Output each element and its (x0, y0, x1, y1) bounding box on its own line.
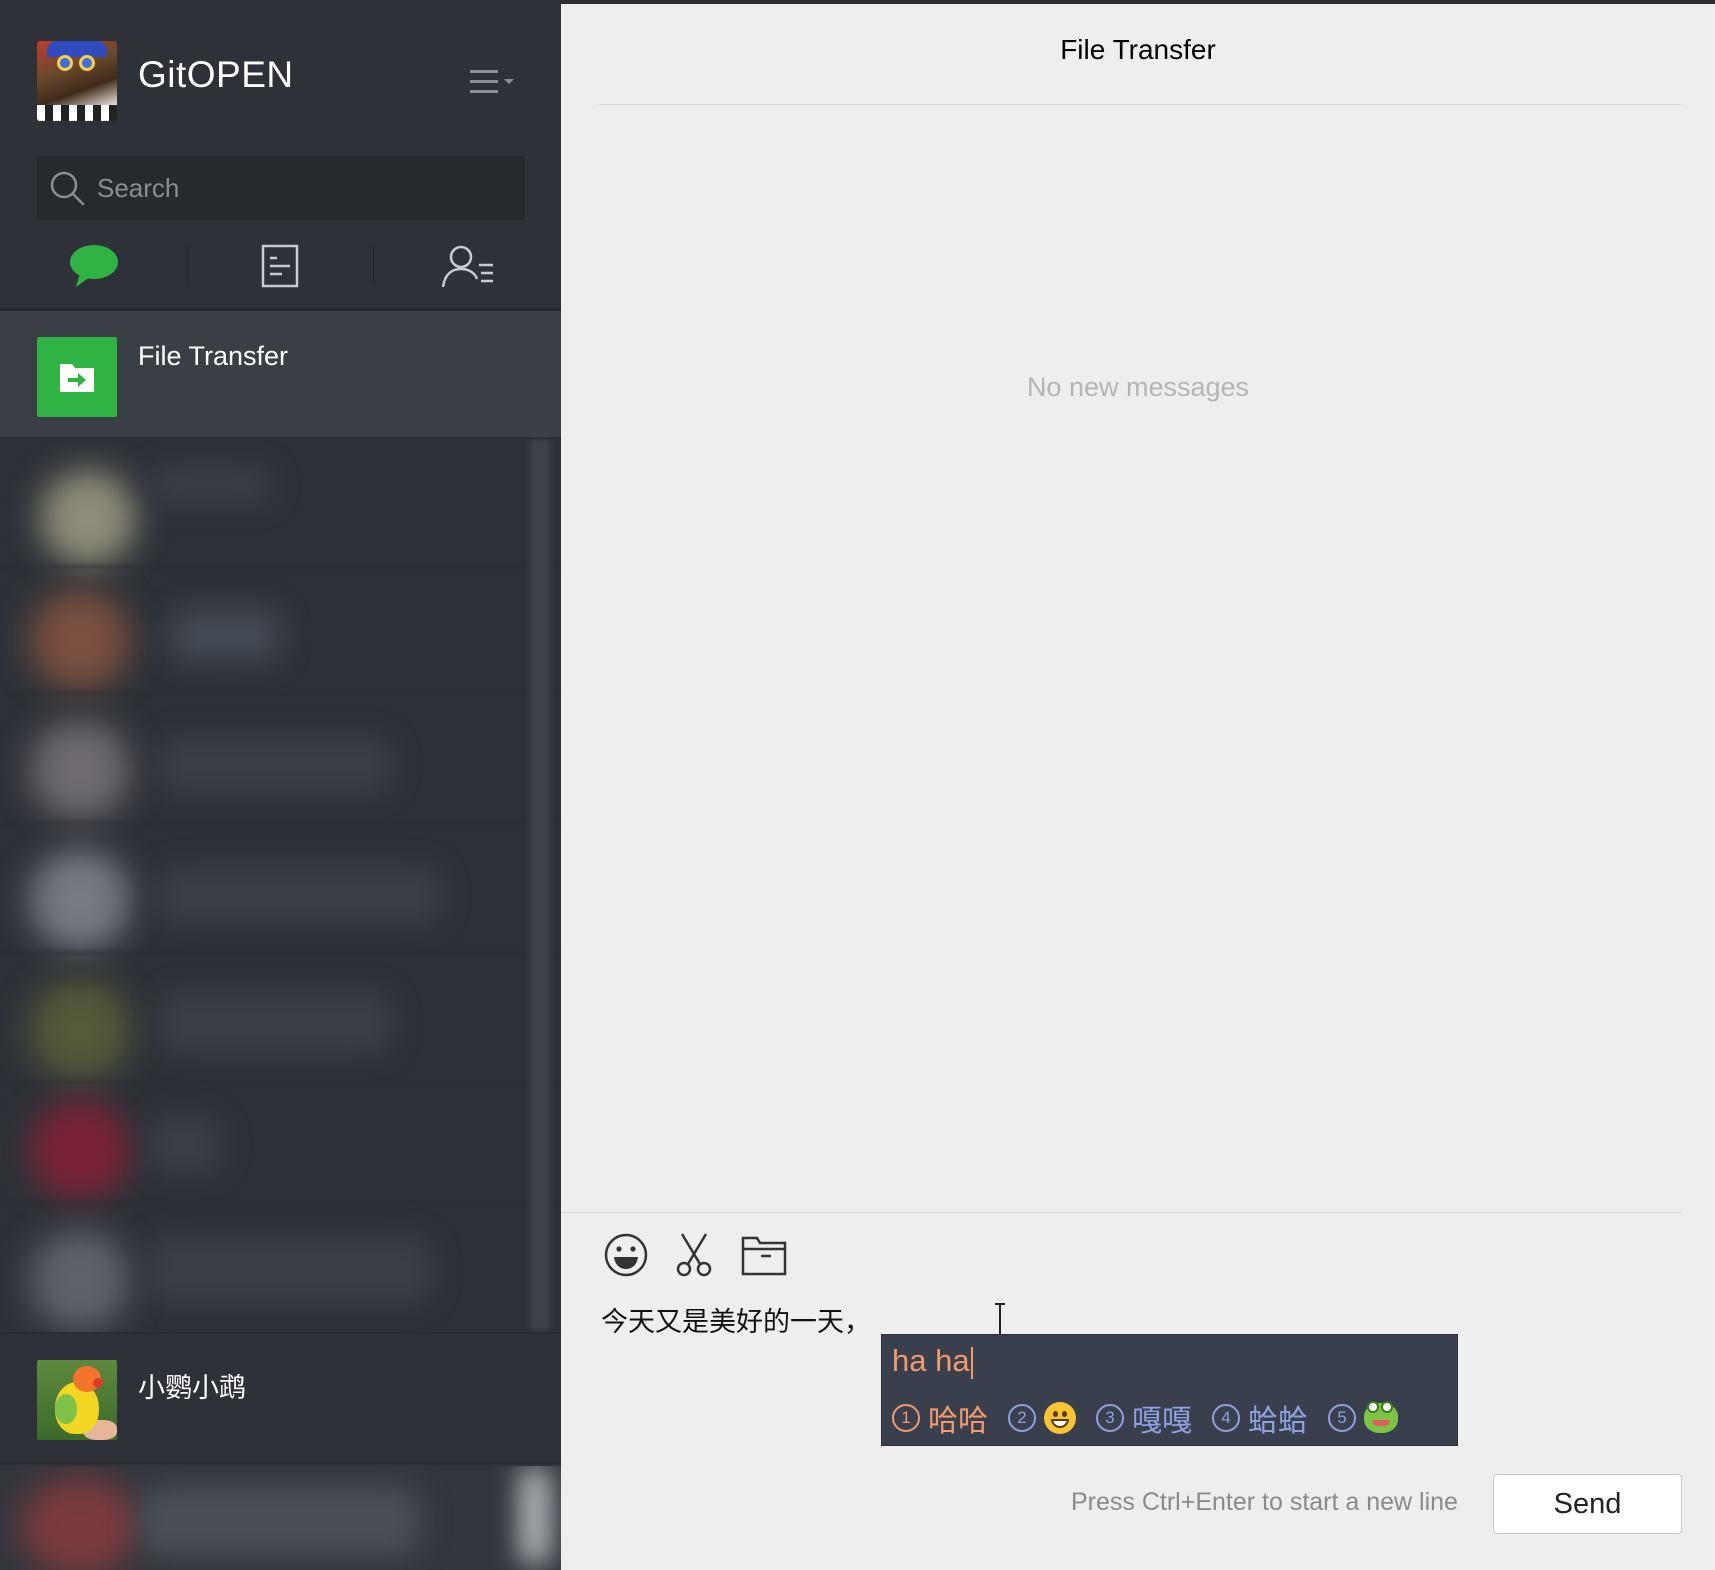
ime-candidate-4[interactable]: 4 蛤蛤 (1212, 1396, 1308, 1440)
composer-divider (561, 1212, 1681, 1213)
tab-articles[interactable] (220, 236, 340, 296)
file-transfer-icon (37, 337, 117, 417)
blurred-text (160, 870, 440, 920)
parrot-avatar-icon (37, 1360, 117, 1440)
ime-candidate-5[interactable]: 5 (1328, 1401, 1398, 1433)
ime-candidate-3[interactable]: 3 嘎嘎 (1096, 1396, 1192, 1440)
blurred-text (160, 740, 390, 790)
profile-name: GitOPEN (138, 54, 294, 95)
newline-hint: Press Ctrl+Enter to start a new line (1071, 1488, 1458, 1516)
candidate-number: 1 (892, 1404, 920, 1432)
blurred-avatar (30, 850, 130, 950)
conversation-panel: File Transfer No new messages 今天又是美好的一天，… (561, 4, 1715, 1570)
menu-icon[interactable] (470, 68, 518, 98)
search-icon (50, 171, 85, 206)
ime-caret (970, 1346, 973, 1379)
list-divider (0, 437, 561, 439)
emoji-button[interactable] (601, 1230, 651, 1280)
emoji-icon (604, 1233, 648, 1277)
list-divider (0, 692, 561, 694)
ime-composition: ha ha (892, 1343, 973, 1379)
blurred-avatar (30, 720, 130, 820)
chat-item-file-transfer[interactable]: File Transfer (0, 311, 561, 437)
blurred-text (170, 610, 280, 660)
blurred-chat-item (0, 1466, 561, 1570)
conversation-title: File Transfer (1060, 34, 1216, 65)
blurred-avatar (40, 470, 136, 566)
frog-icon (1364, 1401, 1398, 1433)
user-avatar-icon[interactable] (37, 41, 117, 121)
blurred-avatar (30, 980, 130, 1080)
blurred-text (160, 995, 390, 1050)
list-divider (0, 1082, 561, 1084)
candidate-number: 3 (1096, 1404, 1124, 1432)
blurred-text (150, 1120, 220, 1170)
blurred-text (140, 1486, 420, 1556)
candidate-text: 蛤蛤 (1248, 1404, 1308, 1439)
ime-candidate-1[interactable]: 1 哈哈 (892, 1396, 988, 1440)
scissors-icon (676, 1233, 712, 1277)
list-divider (0, 1202, 561, 1204)
send-button[interactable]: Send (1493, 1474, 1682, 1534)
list-divider (0, 952, 561, 954)
search-input[interactable] (97, 156, 517, 220)
search-bar (37, 156, 525, 220)
chat-bubble-icon (70, 245, 118, 287)
blurred-avatar (30, 590, 130, 690)
screenshot-button[interactable] (669, 1230, 719, 1280)
tab-divider (187, 246, 188, 286)
tab-chats[interactable] (34, 236, 154, 296)
chat-item-parrot[interactable]: 小鹦小鹉 (0, 1334, 561, 1460)
blurred-avatar (20, 1476, 140, 1570)
contacts-icon (441, 245, 493, 288)
folder-icon (741, 1236, 787, 1276)
document-icon (261, 244, 299, 288)
candidate-number: 4 (1212, 1404, 1240, 1432)
tab-contacts[interactable] (408, 236, 528, 296)
profile-header: GitOPEN (0, 0, 561, 310)
ime-candidates: 1 哈哈 2 3 嘎嘎 4 蛤蛤 5 (892, 1397, 1418, 1439)
ime-composition-text: ha ha (892, 1343, 970, 1378)
candidate-text: 嘎嘎 (1132, 1404, 1192, 1439)
blurred-avatar (30, 1230, 130, 1330)
blurred-text (150, 1240, 430, 1300)
grinning-face-icon (1044, 1402, 1076, 1434)
candidate-number: 2 (1008, 1404, 1036, 1432)
blurred-avatar (30, 1100, 130, 1200)
header-divider (599, 104, 1681, 105)
ime-candidate-2[interactable]: 2 (1008, 1402, 1076, 1434)
blurred-text (150, 470, 270, 500)
blurred-chat-list (0, 440, 561, 1332)
list-divider (0, 566, 561, 568)
send-file-button[interactable] (739, 1230, 789, 1280)
empty-state-text: No new messages (1026, 372, 1250, 402)
candidate-number: 5 (1328, 1404, 1356, 1432)
sidebar-tabs (0, 236, 561, 296)
sidebar: GitOPEN Search File Transfer 小鹦小鹉 (0, 0, 561, 1570)
list-divider (0, 1462, 561, 1464)
text-cursor-icon (995, 1303, 1005, 1337)
candidate-text: 哈哈 (928, 1404, 988, 1439)
list-divider (0, 822, 561, 824)
chat-name: 小鹦小鹉 (138, 1373, 246, 1403)
blurred-scroll-edge (520, 1466, 550, 1566)
message-input[interactable]: 今天又是美好的一天， (601, 1300, 871, 1339)
tab-divider (373, 246, 374, 286)
ime-candidate-window: ha ha 1 哈哈 2 3 嘎嘎 4 蛤蛤 5 (881, 1334, 1458, 1446)
scrollbar[interactable] (530, 440, 550, 1330)
chat-name: File Transfer (138, 341, 289, 371)
